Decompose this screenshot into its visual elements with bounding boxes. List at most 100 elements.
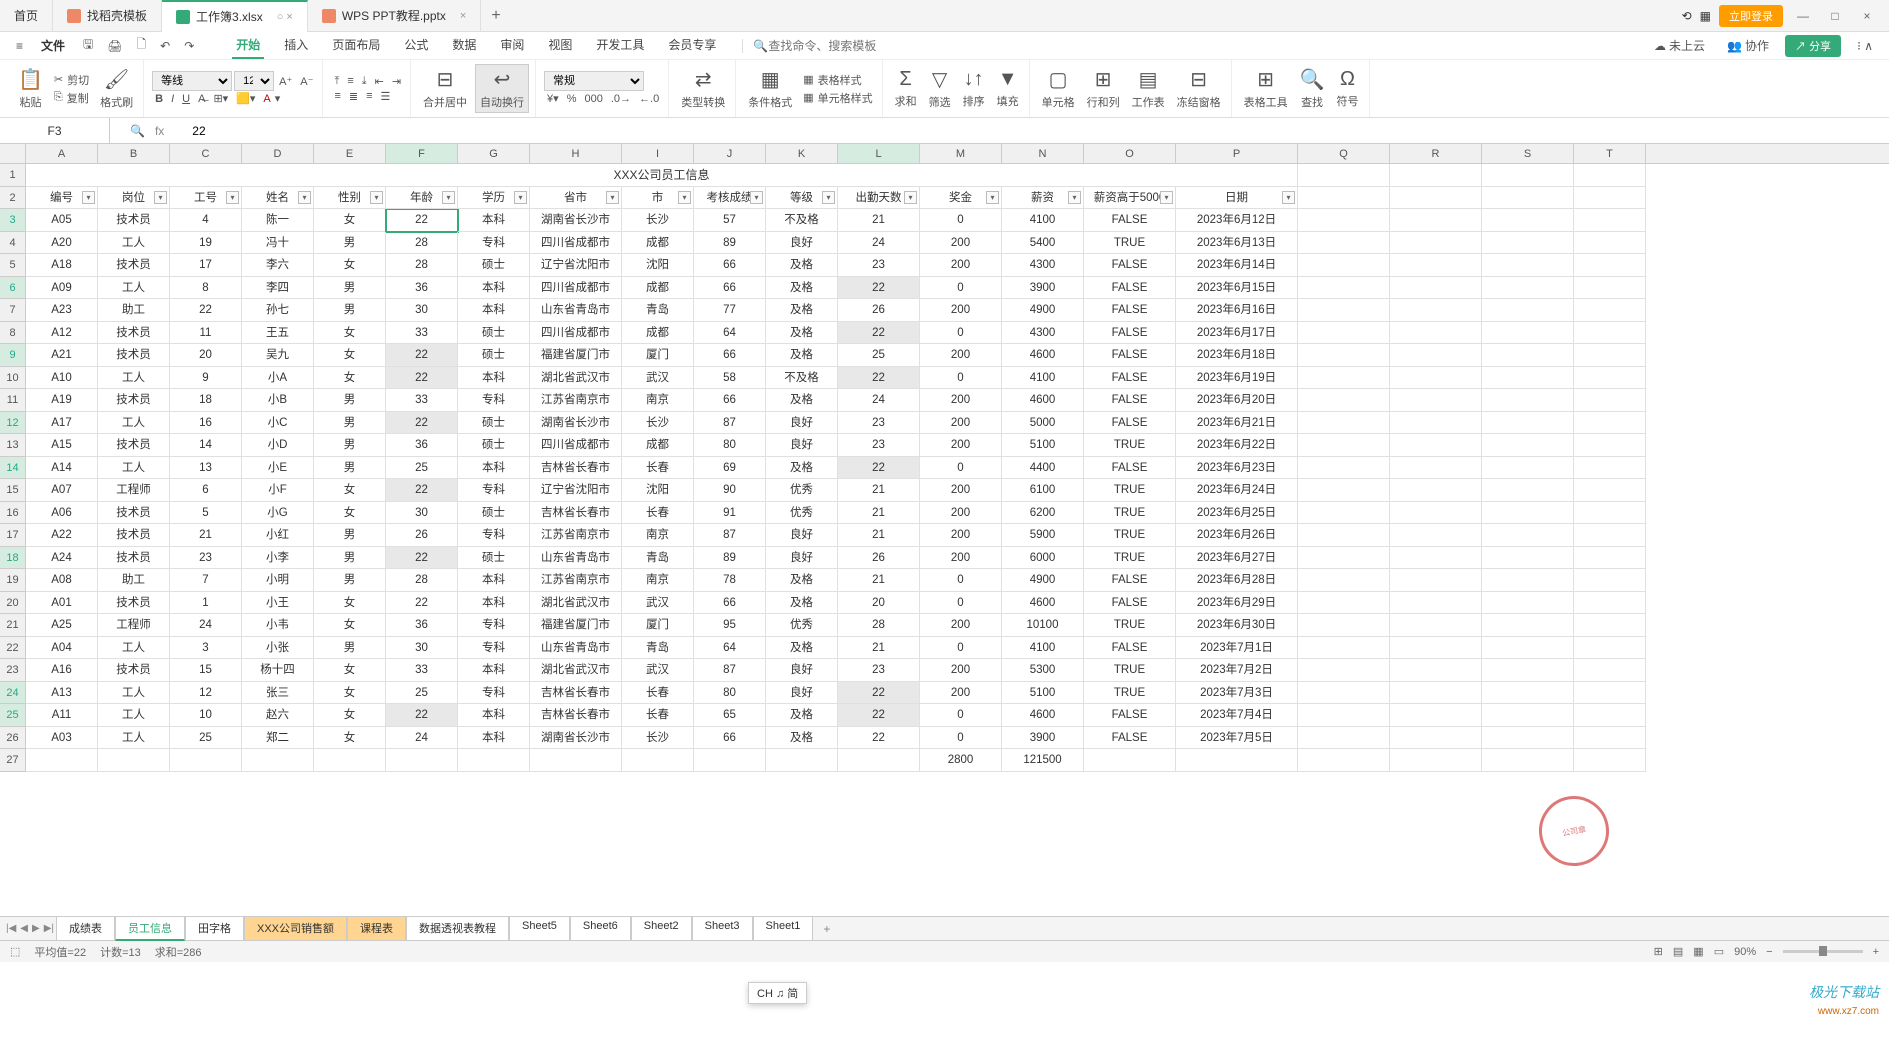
data-cell[interactable]: [1482, 614, 1574, 637]
data-cell[interactable]: 李六: [242, 254, 314, 277]
data-cell[interactable]: 14: [170, 434, 242, 457]
data-cell[interactable]: 武汉: [622, 367, 694, 390]
data-cell[interactable]: [1482, 569, 1574, 592]
data-cell[interactable]: 2023年6月12日: [1176, 209, 1298, 232]
data-cell[interactable]: 男: [314, 299, 386, 322]
data-cell[interactable]: 0: [920, 637, 1002, 660]
data-cell[interactable]: 6: [170, 479, 242, 502]
col-header-R[interactable]: R: [1390, 144, 1482, 163]
data-cell[interactable]: 200: [920, 412, 1002, 435]
data-cell[interactable]: 4600: [1002, 592, 1084, 615]
ribbon-tab-dev[interactable]: 开发工具: [592, 32, 648, 59]
data-cell[interactable]: 工人: [98, 704, 170, 727]
filter-arrow[interactable]: ▾: [1068, 191, 1081, 204]
cloud-status[interactable]: ☁ 未上云: [1648, 34, 1711, 57]
data-cell[interactable]: 30: [386, 299, 458, 322]
data-cell[interactable]: [1574, 299, 1646, 322]
data-cell[interactable]: 2023年6月30日: [1176, 614, 1298, 637]
total-cell[interactable]: [1298, 749, 1390, 772]
data-cell[interactable]: 2023年6月27日: [1176, 547, 1298, 570]
data-cell[interactable]: FALSE: [1084, 209, 1176, 232]
data-cell[interactable]: 女: [314, 367, 386, 390]
data-cell[interactable]: 200: [920, 614, 1002, 637]
data-cell[interactable]: 80: [694, 682, 766, 705]
dec-decimal-icon[interactable]: ←.0: [636, 91, 662, 106]
data-cell[interactable]: 郑二: [242, 727, 314, 750]
sum-button[interactable]: Σ求和: [891, 66, 921, 111]
data-cell[interactable]: 冯十: [242, 232, 314, 255]
header-cell[interactable]: 岗位▾: [98, 187, 170, 210]
total-cell[interactable]: [98, 749, 170, 772]
recent-icon[interactable]: ⟲: [1682, 9, 1692, 23]
data-cell[interactable]: 四川省成都市: [530, 322, 622, 345]
data-cell[interactable]: 66: [694, 389, 766, 412]
data-cell[interactable]: [1390, 614, 1482, 637]
data-cell[interactable]: 22: [386, 547, 458, 570]
data-cell[interactable]: 16: [170, 412, 242, 435]
data-cell[interactable]: 山东省青岛市: [530, 547, 622, 570]
data-cell[interactable]: 200: [920, 502, 1002, 525]
data-cell[interactable]: TRUE: [1084, 547, 1176, 570]
data-cell[interactable]: 200: [920, 344, 1002, 367]
cut-button[interactable]: ✂ 剪切: [51, 71, 92, 89]
symbol-button[interactable]: Ω符号: [1333, 66, 1363, 111]
row-header[interactable]: 2: [0, 187, 26, 210]
data-cell[interactable]: 23: [838, 659, 920, 682]
print-icon[interactable]: 🖨: [101, 36, 128, 56]
cells-button[interactable]: ▢单元格: [1038, 65, 1079, 112]
data-cell[interactable]: 青岛: [622, 547, 694, 570]
row-header[interactable]: 8: [0, 322, 26, 345]
data-cell[interactable]: 4300: [1002, 254, 1084, 277]
data-cell[interactable]: 四川省成都市: [530, 232, 622, 255]
view-read-icon[interactable]: ▭: [1714, 945, 1724, 958]
data-cell[interactable]: [1574, 682, 1646, 705]
ribbon-tab-view[interactable]: 视图: [544, 32, 576, 59]
data-cell[interactable]: 长春: [622, 704, 694, 727]
data-cell[interactable]: 专科: [458, 614, 530, 637]
data-cell[interactable]: [1390, 277, 1482, 300]
login-button[interactable]: 立即登录: [1719, 5, 1783, 27]
freeze-button[interactable]: ⊟冻结窗格: [1173, 65, 1225, 112]
view-custom-icon[interactable]: ▦: [1693, 945, 1703, 958]
data-cell[interactable]: 4400: [1002, 457, 1084, 480]
total-cell[interactable]: [1574, 749, 1646, 772]
data-cell[interactable]: 8: [170, 277, 242, 300]
total-cell[interactable]: 121500: [1002, 749, 1084, 772]
currency-icon[interactable]: ¥▾: [544, 91, 562, 106]
wrap-text-button[interactable]: ↩自动换行: [475, 64, 529, 113]
data-cell[interactable]: 57: [694, 209, 766, 232]
row-header[interactable]: 15: [0, 479, 26, 502]
data-cell[interactable]: 男: [314, 569, 386, 592]
data-cell[interactable]: [1574, 457, 1646, 480]
sheet-tab[interactable]: XXX公司销售额: [244, 916, 347, 941]
data-cell[interactable]: [1390, 322, 1482, 345]
data-cell[interactable]: 工人: [98, 637, 170, 660]
total-cell[interactable]: [530, 749, 622, 772]
data-cell[interactable]: 22: [386, 479, 458, 502]
indent-left-icon[interactable]: ⇤: [372, 74, 387, 89]
data-cell[interactable]: [1482, 322, 1574, 345]
font-select[interactable]: 等线: [152, 71, 232, 91]
sheet-tab[interactable]: 田字格: [185, 916, 244, 941]
header-cell[interactable]: 日期▾: [1176, 187, 1298, 210]
header-cell[interactable]: 年龄▾: [386, 187, 458, 210]
close-icon[interactable]: ×: [460, 10, 466, 22]
data-cell[interactable]: 及格: [766, 389, 838, 412]
data-cell[interactable]: [1482, 277, 1574, 300]
data-cell[interactable]: 女: [314, 682, 386, 705]
data-cell[interactable]: 22: [386, 209, 458, 232]
filter-button[interactable]: ▽筛选: [925, 65, 955, 112]
data-cell[interactable]: 2023年6月21日: [1176, 412, 1298, 435]
data-cell[interactable]: 女: [314, 727, 386, 750]
data-cell[interactable]: 专科: [458, 479, 530, 502]
header-cell[interactable]: 薪资▾: [1002, 187, 1084, 210]
data-cell[interactable]: 男: [314, 232, 386, 255]
data-cell[interactable]: 3900: [1002, 277, 1084, 300]
data-cell[interactable]: TRUE: [1084, 659, 1176, 682]
data-cell[interactable]: 福建省厦门市: [530, 344, 622, 367]
data-cell[interactable]: 11: [170, 322, 242, 345]
data-cell[interactable]: A20: [26, 232, 98, 255]
justify-icon[interactable]: ☰: [378, 89, 394, 104]
data-cell[interactable]: 女: [314, 209, 386, 232]
data-cell[interactable]: [1298, 727, 1390, 750]
